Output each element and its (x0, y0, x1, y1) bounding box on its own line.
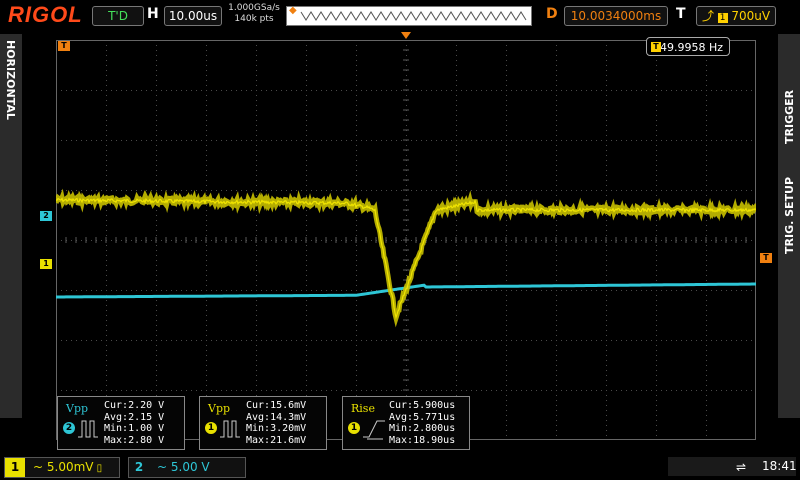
delay-value[interactable]: 10.0034000ms (564, 6, 668, 26)
channel-chip: 1 (348, 422, 360, 434)
horizontal-label: H (147, 6, 159, 22)
ch1-scale-box[interactable]: 1 ~ 5.00mV ▯ (4, 457, 120, 478)
trigger-position-marker-icon (401, 32, 411, 39)
measure-avg: Avg:2.15 V (104, 411, 165, 423)
ch2-offset-marker[interactable]: 2 (40, 211, 52, 221)
trigger-label: T (676, 6, 686, 22)
measure-avg: Avg:14.3mV (246, 411, 307, 423)
measurement-values: Cur:2.20 V Avg:2.15 V Min:1.00 V Max:2.80 V (104, 400, 164, 446)
trigger-left-marker: T (58, 41, 70, 51)
measure-cur: Cur:5.900us (389, 400, 456, 411)
trigger-level-text: 700uV (731, 9, 771, 23)
ch2-number: 2 (134, 460, 144, 474)
memory-overview-bar[interactable]: ◆ (286, 5, 532, 26)
memory-waveform-overview (287, 7, 531, 25)
run-state-indicator[interactable]: T'D (92, 6, 144, 26)
trigger-ch-icon: 1 (717, 13, 728, 23)
ch1-offset-marker[interactable]: 1 (40, 259, 52, 269)
trigger-tab-label: TRIGGER (783, 89, 796, 144)
measurement-name: Vpp (66, 402, 89, 415)
frequency-counter: T 49.9958 Hz (646, 37, 730, 56)
ch2-scale: ~ 5.00 V (157, 460, 210, 474)
trigger-tab[interactable]: TRIGGER TRIG. SETUP (778, 34, 800, 418)
measure-min: Min:3.20mV (246, 423, 307, 434)
ch1-number: 1 (5, 458, 25, 477)
measurement-panel-1[interactable]: Vpp 2 Cur:2.20 V Avg:2.15 V Min:1.00 V Max:… (57, 396, 185, 450)
trigger-level-marker[interactable]: T (760, 253, 772, 263)
horizontal-tab[interactable]: HORIZONTAL (0, 34, 22, 418)
ch2-scale-box[interactable]: 2 ~ 5.00 V (128, 457, 246, 478)
memory-depth: 140k pts (234, 14, 274, 24)
trigger-level-value[interactable]: ⤴ 1 700uV (696, 6, 776, 26)
rigol-logo: RIGOL (8, 2, 83, 27)
measurement-panel-2[interactable]: Vpp 1 Cur:15.6mV Avg:14.3mV Min:3.20mV Max:… (199, 396, 327, 450)
rising-edge-icon: ⤴ (701, 9, 718, 23)
rise-time-icon (363, 420, 385, 440)
trigger-freq-icon: T (651, 42, 661, 52)
sample-rate: 1.000GSa/s (228, 3, 280, 13)
sample-rate-info: 1.000GSa/s 140k pts (228, 3, 280, 25)
horizontal-tab-label: HORIZONTAL (4, 40, 17, 120)
bottom-status-bar: 1 ~ 5.00mV ▯ 2 ~ 5.00 V ⇌ 18:41 (0, 454, 800, 480)
measure-min: Min:1.00 V (104, 423, 165, 434)
top-status-bar: RIGOL T'D H 10.00us 1.000GSa/s 140k pts … (0, 0, 800, 32)
channel-chip: 2 (63, 422, 75, 434)
measure-avg: Avg:5.771us (389, 411, 456, 423)
measure-max: Max:21.6mV (246, 434, 307, 446)
channel-chip: 1 (205, 422, 217, 434)
measure-cur: Cur:2.20 V (104, 400, 165, 411)
vpp-icon (220, 420, 240, 438)
measure-max: Max:2.80 V (104, 434, 165, 446)
clock: 18:41 (762, 459, 797, 473)
usb-icon: ⇌ (736, 460, 747, 474)
waveform-display[interactable] (56, 40, 756, 440)
measure-min: Min:2.800us (389, 423, 456, 434)
measure-max: Max:18.90us (389, 434, 456, 446)
measure-cur: Cur:15.6mV (246, 400, 307, 411)
measurement-name: Rise (351, 402, 375, 415)
measurement-values: Cur:15.6mV Avg:14.3mV Min:3.20mV Max:21.6mV (246, 400, 306, 446)
delay-label: D (546, 6, 558, 22)
measurement-name: Vpp (208, 402, 231, 415)
vpp-icon (78, 420, 98, 438)
ch1-bandwidth-icon: ▯ (93, 463, 103, 474)
ch1-scale: ~ 5.00mV (33, 460, 94, 474)
measurement-values: Cur:5.900us Avg:5.771us Min:2.800us Max:18.… (389, 400, 455, 446)
frequency-value: 49.9958 Hz (659, 41, 723, 54)
timebase-value[interactable]: 10.00us (164, 6, 222, 26)
trig-setup-tab-label: TRIG. SETUP (783, 176, 796, 254)
measurement-panel-3[interactable]: Rise 1 Cur:5.900us Avg:5.771us Min:2.800us… (342, 396, 470, 450)
memory-trigger-marker-icon: ◆ (289, 5, 297, 16)
